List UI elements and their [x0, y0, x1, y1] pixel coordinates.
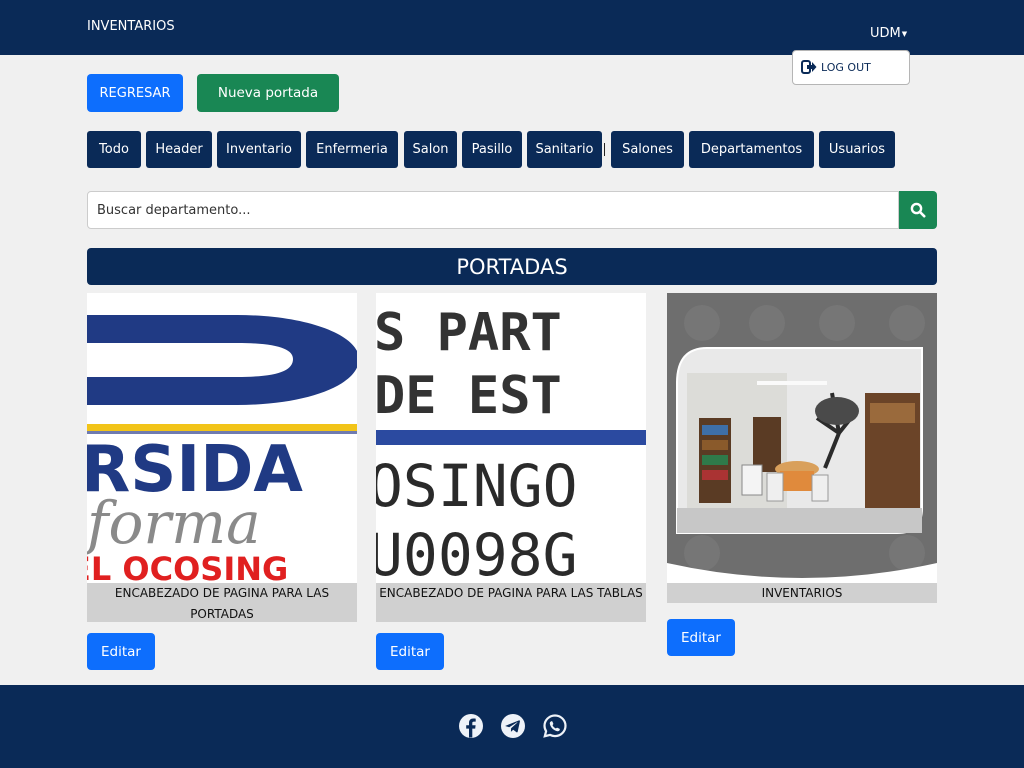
- cover-line-1: S PART: [376, 303, 562, 363]
- section-title: PORTADAS: [87, 248, 937, 285]
- filter-salones[interactable]: Salones: [611, 131, 684, 168]
- edit-button-tablas[interactable]: Editar: [376, 633, 444, 670]
- edit-button-inventarios[interactable]: Editar: [667, 619, 735, 656]
- filter-header[interactable]: Header: [146, 131, 212, 168]
- logout-item[interactable]: LOG OUT: [801, 60, 871, 74]
- filter-sanitario[interactable]: Sanitario: [527, 131, 602, 168]
- cover-image-portadas: RSIDA forma EL OCOSING: [87, 293, 357, 583]
- telegram-icon[interactable]: [500, 713, 526, 739]
- brand-title[interactable]: INVENTARIOS: [87, 19, 175, 34]
- filter-todo[interactable]: Todo: [87, 131, 141, 168]
- cover-word-2: forma: [87, 489, 261, 557]
- new-cover-button[interactable]: Nueva portada: [197, 74, 339, 112]
- cover-line-4: U0098G: [376, 521, 578, 583]
- search-button[interactable]: [899, 191, 937, 229]
- filter-departamentos[interactable]: Departamentos: [689, 131, 814, 168]
- logout-label: LOG OUT: [821, 60, 871, 74]
- cover-word-3: EL OCOSING: [87, 550, 288, 583]
- filter-enfermeria[interactable]: Enfermeria: [306, 131, 398, 168]
- back-button[interactable]: REGRESAR: [87, 74, 183, 112]
- card-caption-tablas: ENCABEZADO DE PAGINA PARA LAS TABLAS: [376, 583, 646, 622]
- filter-usuarios[interactable]: Usuarios: [819, 131, 895, 168]
- user-name: UDM: [870, 26, 901, 41]
- room-photo-graphic: [667, 293, 937, 583]
- search-icon: [910, 202, 926, 218]
- facebook-icon[interactable]: [458, 713, 484, 739]
- sign-out-icon: [801, 60, 817, 74]
- cover-image-graphic: RSIDA forma EL OCOSING: [87, 293, 357, 583]
- caret-down-icon: ▼: [901, 29, 908, 38]
- search-input[interactable]: [87, 191, 899, 229]
- edit-button-portadas[interactable]: Editar: [87, 633, 155, 670]
- filter-salon[interactable]: Salon: [404, 131, 457, 168]
- cover-image-tablas: S PART DE EST OSINGO U0098G: [376, 293, 646, 583]
- cover-line-3: OSINGO: [376, 452, 578, 520]
- filter-separator: [604, 143, 605, 156]
- user-menu-toggle[interactable]: UDM▼: [870, 26, 907, 41]
- cover-line-2: DE EST: [376, 366, 562, 426]
- filter-inventario[interactable]: Inventario: [217, 131, 301, 168]
- cover-image-inventarios: [667, 293, 937, 583]
- card-caption-inventarios: INVENTARIOS: [667, 583, 937, 603]
- filter-pasillo[interactable]: Pasillo: [462, 131, 522, 168]
- user-dropdown: LOG OUT: [792, 50, 910, 85]
- cover-image-graphic: S PART DE EST OSINGO U0098G: [376, 293, 646, 583]
- whatsapp-icon[interactable]: [542, 713, 568, 739]
- card-caption-portadas: ENCABEZADO DE PAGINA PARA LAS PORTADAS: [87, 583, 357, 622]
